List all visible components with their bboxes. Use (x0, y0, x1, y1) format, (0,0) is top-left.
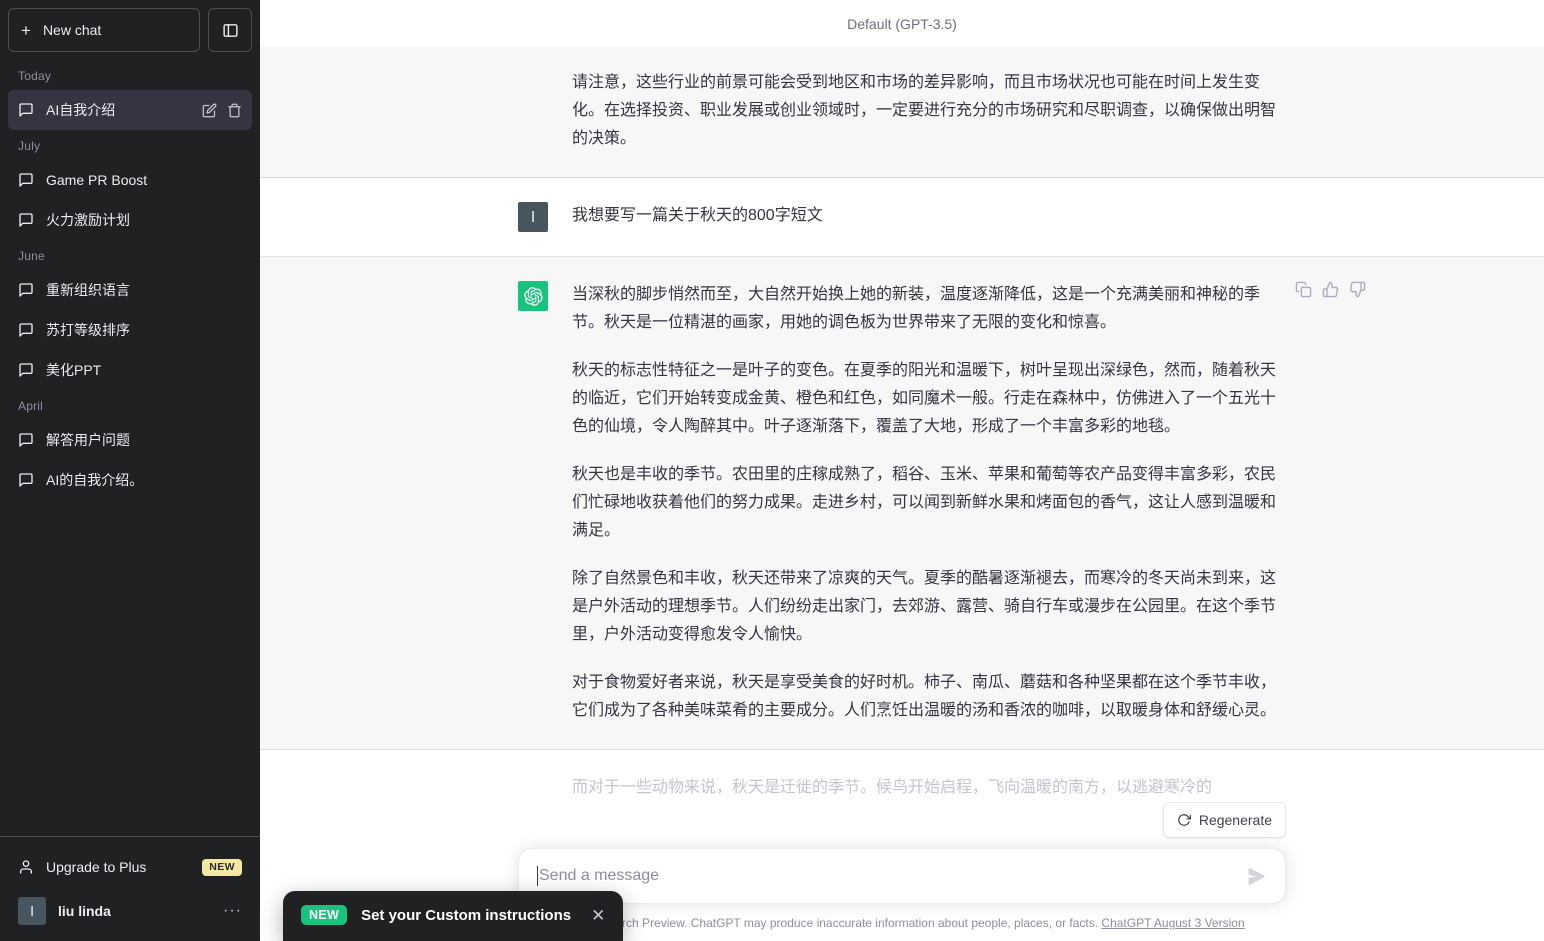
chat-bubble-icon (18, 282, 34, 298)
delete-icon[interactable] (227, 103, 242, 118)
regenerate-label: Regenerate (1198, 812, 1272, 828)
message-row: l 我想要写一篇关于秋天的800字短文 (518, 178, 1286, 256)
message-body: 当深秋的脚步悄然而至，大自然开始换上她的新装，温度逐渐降低，这是一个充满美丽和神… (572, 281, 1286, 725)
sidebar-footer: Upgrade to Plus NEW l liu linda ··· (0, 836, 260, 941)
sidebar-group-label: Today (18, 69, 52, 83)
upgrade-label: Upgrade to Plus (46, 859, 147, 875)
message-body: 我想要写一篇关于秋天的800字短文 (572, 202, 1286, 232)
toast-new-badge: NEW (301, 905, 348, 925)
regenerate-row: Regenerate (518, 802, 1286, 838)
conversation-item[interactable]: AI自我介绍 (8, 90, 252, 130)
avatar: l (18, 897, 46, 925)
chat-bubble-icon (18, 472, 34, 488)
message-input[interactable] (539, 864, 1237, 888)
conversation-item[interactable]: 美化PPT (8, 350, 252, 390)
new-chat-button[interactable]: + New chat (8, 8, 200, 52)
assistant-message: 请注意，这些行业的前景可能会受到地区和市场的差异影响，而且市场状况也可能在时间上… (260, 47, 1544, 178)
message-row: 请注意，这些行业的前景可能会受到地区和市场的差异影响，而且市场状况也可能在时间上… (518, 47, 1286, 177)
thumbs-down-icon[interactable] (1347, 279, 1368, 300)
message-paragraph: 我想要写一篇关于秋天的800字短文 (572, 207, 823, 224)
send-button[interactable] (1241, 861, 1271, 891)
copy-icon[interactable] (1293, 279, 1314, 300)
refresh-icon (1177, 813, 1191, 827)
conversation-item[interactable]: 解答用户问题 (8, 420, 252, 460)
conversation-title: AI的自我介绍。 (46, 472, 144, 488)
conversation-title: 美化PPT (46, 362, 102, 378)
conversation-list[interactable]: Today AI自我介绍 July Game PR Boost 火力激励计划 June 重新… (0, 60, 260, 836)
conversation-item[interactable]: 重新组织语言 (8, 270, 252, 310)
user-name: liu linda (58, 903, 111, 919)
footer-disclaimer: Free Research Preview. ChatGPT may produ… (518, 915, 1286, 931)
message-paragraph: 秋天也是丰收的季节。农田里的庄稼成熟了，稻谷、玉米、苹果和葡萄等农产品变得丰富多… (572, 466, 1277, 539)
chat-bubble-icon (18, 212, 34, 228)
toast-message: Set your Custom instructions (361, 906, 572, 924)
conversation-title: AI自我介绍 (46, 102, 116, 118)
thumbs-up-icon[interactable] (1320, 279, 1341, 300)
sidebar-group-label: June (18, 249, 45, 263)
sidebar-top-bar: + New chat (0, 0, 260, 60)
conversation-title: Game PR Boost (46, 172, 148, 188)
sidebar-collapse-button[interactable] (208, 8, 252, 52)
custom-instructions-toast[interactable]: NEW Set your Custom instructions ✕ (283, 891, 624, 941)
conversation-item[interactable]: AI的自我介绍。 (8, 460, 252, 500)
conversation-title: 火力激励计划 (46, 212, 130, 228)
close-icon[interactable]: ✕ (591, 907, 605, 924)
message-paragraph: 秋天的标志性特征之一是叶子的变色。在夏季的阳光和温暖下，树叶呈现出深绿色，然而，… (572, 362, 1277, 435)
sidebar: + New chat Today AI自我介绍 July Game PR Boost 火… (0, 0, 260, 941)
edit-icon[interactable] (202, 103, 217, 118)
avatar-placeholder (518, 69, 548, 99)
message-paragraph: 对于食物爱好者来说，秋天是享受美食的好时机。柿子、南瓜、蘑菇和各种坚果都在这个季… (572, 674, 1277, 719)
upgrade-to-plus-button[interactable]: Upgrade to Plus NEW (8, 845, 252, 889)
sidebar-group-label: July (18, 139, 41, 153)
conversation-actions (202, 103, 242, 118)
chat-bubble-icon (18, 322, 34, 338)
openai-logo-icon (518, 281, 548, 311)
chat-bubble-icon (18, 362, 34, 378)
new-chat-label: New chat (42, 22, 102, 38)
chat-bubble-icon (18, 432, 34, 448)
panel-toggle-icon (222, 22, 239, 39)
avatar: l (518, 202, 548, 232)
message-paragraph: 当深秋的脚步悄然而至，大自然开始换上她的新装，温度逐渐降低，这是一个充满美丽和神… (572, 286, 1261, 331)
conversation-title: 重新组织语言 (46, 282, 130, 298)
chat-bubble-icon (18, 172, 34, 188)
disclaimer-text: Free Research Preview. ChatGPT may produ… (559, 916, 1099, 930)
assistant-message: 当深秋的脚步悄然而至，大自然开始换上她的新装，温度逐渐降低，这是一个充满美丽和神… (260, 257, 1544, 750)
faded-continuation-text: 而对于一些动物来说，秋天是迁徙的季节。候鸟开始启程，飞向温暖的南方，以逃避寒冷的 (572, 779, 1213, 796)
conversation-item[interactable]: Game PR Boost (8, 160, 252, 200)
main-panel: Default (GPT-3.5) 请注意，这些行业的前景可能会受到地区和市场的… (260, 0, 1544, 941)
message-action-bar (1293, 279, 1368, 300)
more-options-icon[interactable]: ··· (223, 902, 242, 920)
message-paragraph: 除了自然景色和丰收，秋天还带来了凉爽的天气。夏季的酷暑逐渐褪去，而寒冷的冬天尚未… (572, 570, 1277, 643)
upgrade-new-badge: NEW (202, 858, 242, 876)
conversation-item[interactable]: 苏打等级排序 (8, 310, 252, 350)
conversation-title: 苏打等级排序 (46, 322, 130, 338)
chat-bubble-icon (18, 102, 34, 118)
message-row: 当深秋的脚步悄然而至，大自然开始换上她的新装，温度逐渐降低，这是一个充满美丽和神… (518, 257, 1366, 749)
user-account-button[interactable]: l liu linda ··· (8, 889, 252, 933)
chatgpt-app: + New chat Today AI自我介绍 July Game PR Boost 火… (0, 0, 1544, 941)
conversation-item[interactable]: 火力激励计划 (8, 200, 252, 240)
message-composer[interactable] (518, 848, 1286, 904)
regenerate-button[interactable]: Regenerate (1162, 802, 1286, 838)
person-icon (18, 859, 34, 875)
version-link[interactable]: ChatGPT August 3 Version (1101, 916, 1244, 930)
text-caret (537, 866, 538, 886)
message-paragraph: 请注意，这些行业的前景可能会受到地区和市场的差异影响，而且市场状况也可能在时间上… (572, 74, 1277, 147)
model-header: Default (GPT-3.5) (260, 0, 1544, 47)
user-message: l 我想要写一篇关于秋天的800字短文 (260, 178, 1544, 257)
sidebar-group-label: April (18, 399, 44, 413)
model-name[interactable]: Default (GPT-3.5) (847, 16, 957, 32)
conversation-title: 解答用户问题 (46, 432, 130, 448)
message-body: 请注意，这些行业的前景可能会受到地区和市场的差异影响，而且市场状况也可能在时间上… (572, 69, 1286, 153)
plus-icon: + (21, 20, 31, 40)
